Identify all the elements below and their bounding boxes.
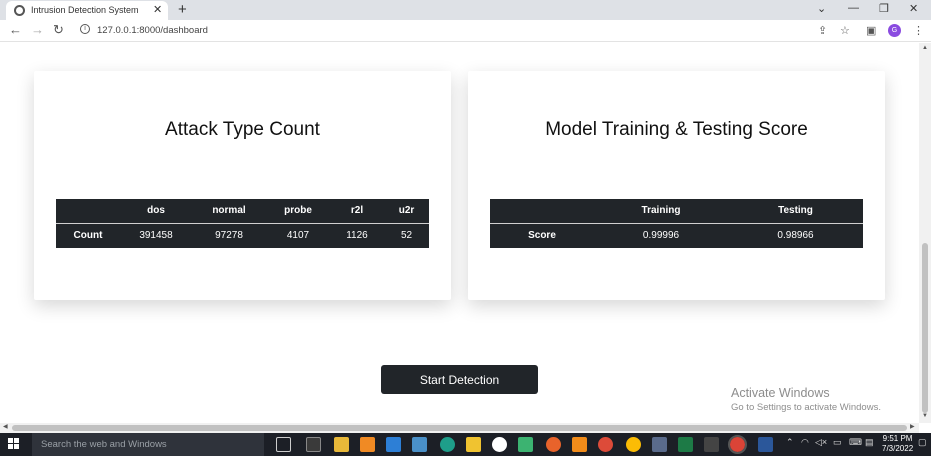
site-info-icon[interactable]: i [80, 24, 90, 34]
horizontal-scroll-thumb[interactable] [12, 425, 907, 431]
back-arrow-icon[interactable]: ← [9, 22, 22, 37]
clock-date: 7/3/2022 [882, 444, 914, 453]
scroll-up-icon[interactable]: ▲ [922, 45, 928, 51]
column-header: Training [641, 205, 681, 217]
file-explorer-icon[interactable] [334, 437, 349, 452]
address-bar: ← → ↻ i 127.0.0.1:8000/dashboard ⇪ ☆ ▣ G… [0, 20, 931, 42]
terminal-icon[interactable] [306, 437, 321, 452]
table-cell: 1126 [346, 230, 368, 242]
attack-card-title: Attack Type Count [165, 119, 320, 140]
table-header-row: dos normal probe r2l u2r [56, 199, 429, 223]
clock-time: 9:51 PM [882, 434, 913, 443]
column-header: dos [147, 205, 165, 217]
scroll-right-icon[interactable]: ▶ [910, 423, 915, 430]
column-header: u2r [398, 205, 415, 217]
page-viewport: Attack Type Count dos normal probe r2l u… [0, 43, 919, 423]
vertical-scroll-thumb[interactable] [922, 243, 928, 413]
column-header: normal [212, 205, 246, 217]
column-header: r2l [350, 205, 364, 217]
column-header [56, 199, 120, 223]
tray-chevron-icon[interactable]: ⌃ [786, 437, 794, 448]
column-header: probe [284, 205, 312, 217]
watermark-subtitle: Go to Settings to activate Windows. [731, 402, 881, 413]
display-icon[interactable]: ▤ [865, 437, 874, 448]
horizontal-scrollbar[interactable]: ◀ ▶ [0, 423, 919, 433]
excel-icon[interactable] [678, 437, 693, 452]
side-panel-icon[interactable]: ▣ [866, 24, 876, 37]
browser-tab-bar: Intrusion Detection System ✕ + ⌄ — ❐ ✕ [0, 0, 931, 20]
score-card-title: Model Training & Testing Score [545, 119, 808, 140]
restore-icon[interactable]: ❐ [879, 2, 889, 15]
url-field[interactable]: i 127.0.0.1:8000/dashboard [72, 22, 860, 40]
task-view-icon[interactable] [276, 437, 291, 452]
notifications-icon[interactable]: ▢ [918, 437, 927, 448]
row-header: Count [73, 230, 103, 242]
attack-count-table: dos normal probe r2l u2r Count 391458 97… [56, 199, 429, 248]
table-row: Count 391458 97278 4107 1126 52 [56, 223, 429, 248]
network-tool-icon[interactable] [412, 437, 427, 452]
chevron-down-icon[interactable]: ⌄ [817, 2, 826, 15]
site-globe-icon [14, 5, 25, 16]
volume-icon[interactable]: ◁× [815, 437, 827, 448]
vertical-scrollbar[interactable]: ▲ ▼ [919, 43, 931, 423]
column-header: Testing [778, 205, 813, 217]
taskbar-clock[interactable]: 9:51 PM 7/3/2022 [882, 434, 913, 454]
url-text: 127.0.0.1:8000/dashboard [97, 25, 208, 36]
close-window-icon[interactable]: ✕ [909, 2, 918, 15]
browser-tab[interactable]: Intrusion Detection System ✕ [6, 1, 168, 20]
table-cell: 97278 [215, 230, 243, 242]
menu-dots-icon[interactable]: ⋮ [913, 24, 924, 37]
share-icon[interactable]: ⇪ [818, 24, 827, 37]
table-cell: 52 [400, 230, 413, 242]
download-app-icon[interactable] [652, 437, 667, 452]
tab-title: Intrusion Detection System [31, 5, 139, 15]
edge-browser-icon[interactable] [440, 437, 455, 452]
battery-icon[interactable]: ▭ [833, 437, 842, 448]
media-player-icon[interactable] [492, 437, 507, 452]
model-score-table: Training Testing Score 0.99996 0.98966 [490, 199, 863, 248]
vlc-icon[interactable] [572, 437, 587, 452]
scroll-down-icon[interactable]: ▼ [922, 413, 928, 419]
minimize-icon[interactable]: — [848, 2, 859, 14]
column-header [490, 199, 594, 223]
table-cell: 0.99996 [642, 230, 680, 242]
table-cell: 4107 [286, 230, 310, 242]
chrome-icon[interactable] [626, 437, 641, 452]
start-detection-button[interactable]: Start Detection [381, 365, 538, 394]
activate-windows-watermark: Activate Windows Go to Settings to activ… [731, 386, 881, 413]
keyboard-icon[interactable]: ⌨ [849, 437, 862, 448]
table-cell: 0.98966 [777, 230, 814, 242]
word-icon[interactable] [758, 437, 773, 452]
profile-avatar[interactable]: G [888, 24, 901, 37]
chrome-alt-icon[interactable] [598, 437, 613, 452]
new-tab-icon[interactable]: + [178, 1, 187, 18]
row-header: Score [528, 230, 556, 242]
folder-icon[interactable] [466, 437, 481, 452]
vs-code-icon[interactable] [386, 437, 401, 452]
model-score-card: Model Training & Testing Score Training … [468, 71, 885, 300]
watermark-title: Activate Windows [731, 386, 830, 400]
close-tab-icon[interactable]: ✕ [153, 3, 162, 16]
forward-arrow-icon[interactable]: → [31, 22, 44, 37]
scroll-left-icon[interactable]: ◀ [3, 423, 8, 430]
attack-type-card: Attack Type Count dos normal probe r2l u… [34, 71, 451, 300]
pycharm-icon[interactable] [704, 437, 719, 452]
table-header-row: Training Testing [490, 199, 863, 223]
wifi-icon[interactable]: ◠ [801, 437, 809, 448]
windows-taskbar: Search the web and Windows ⌃ ◠ ◁× ▭ ⌨ ▤ … [0, 433, 931, 456]
windows-start-icon[interactable] [8, 438, 20, 450]
reload-icon[interactable]: ↻ [53, 22, 64, 38]
taskbar-search-input[interactable]: Search the web and Windows [32, 433, 264, 456]
table-row: Score 0.99996 0.98966 [490, 223, 863, 248]
bookmark-star-icon[interactable]: ☆ [840, 24, 850, 37]
chrome-active-icon[interactable] [728, 435, 747, 454]
table-cell: 391458 [139, 230, 173, 242]
sublime-text-icon[interactable] [360, 437, 375, 452]
firefox-icon[interactable] [546, 437, 561, 452]
image-app-icon[interactable] [518, 437, 533, 452]
